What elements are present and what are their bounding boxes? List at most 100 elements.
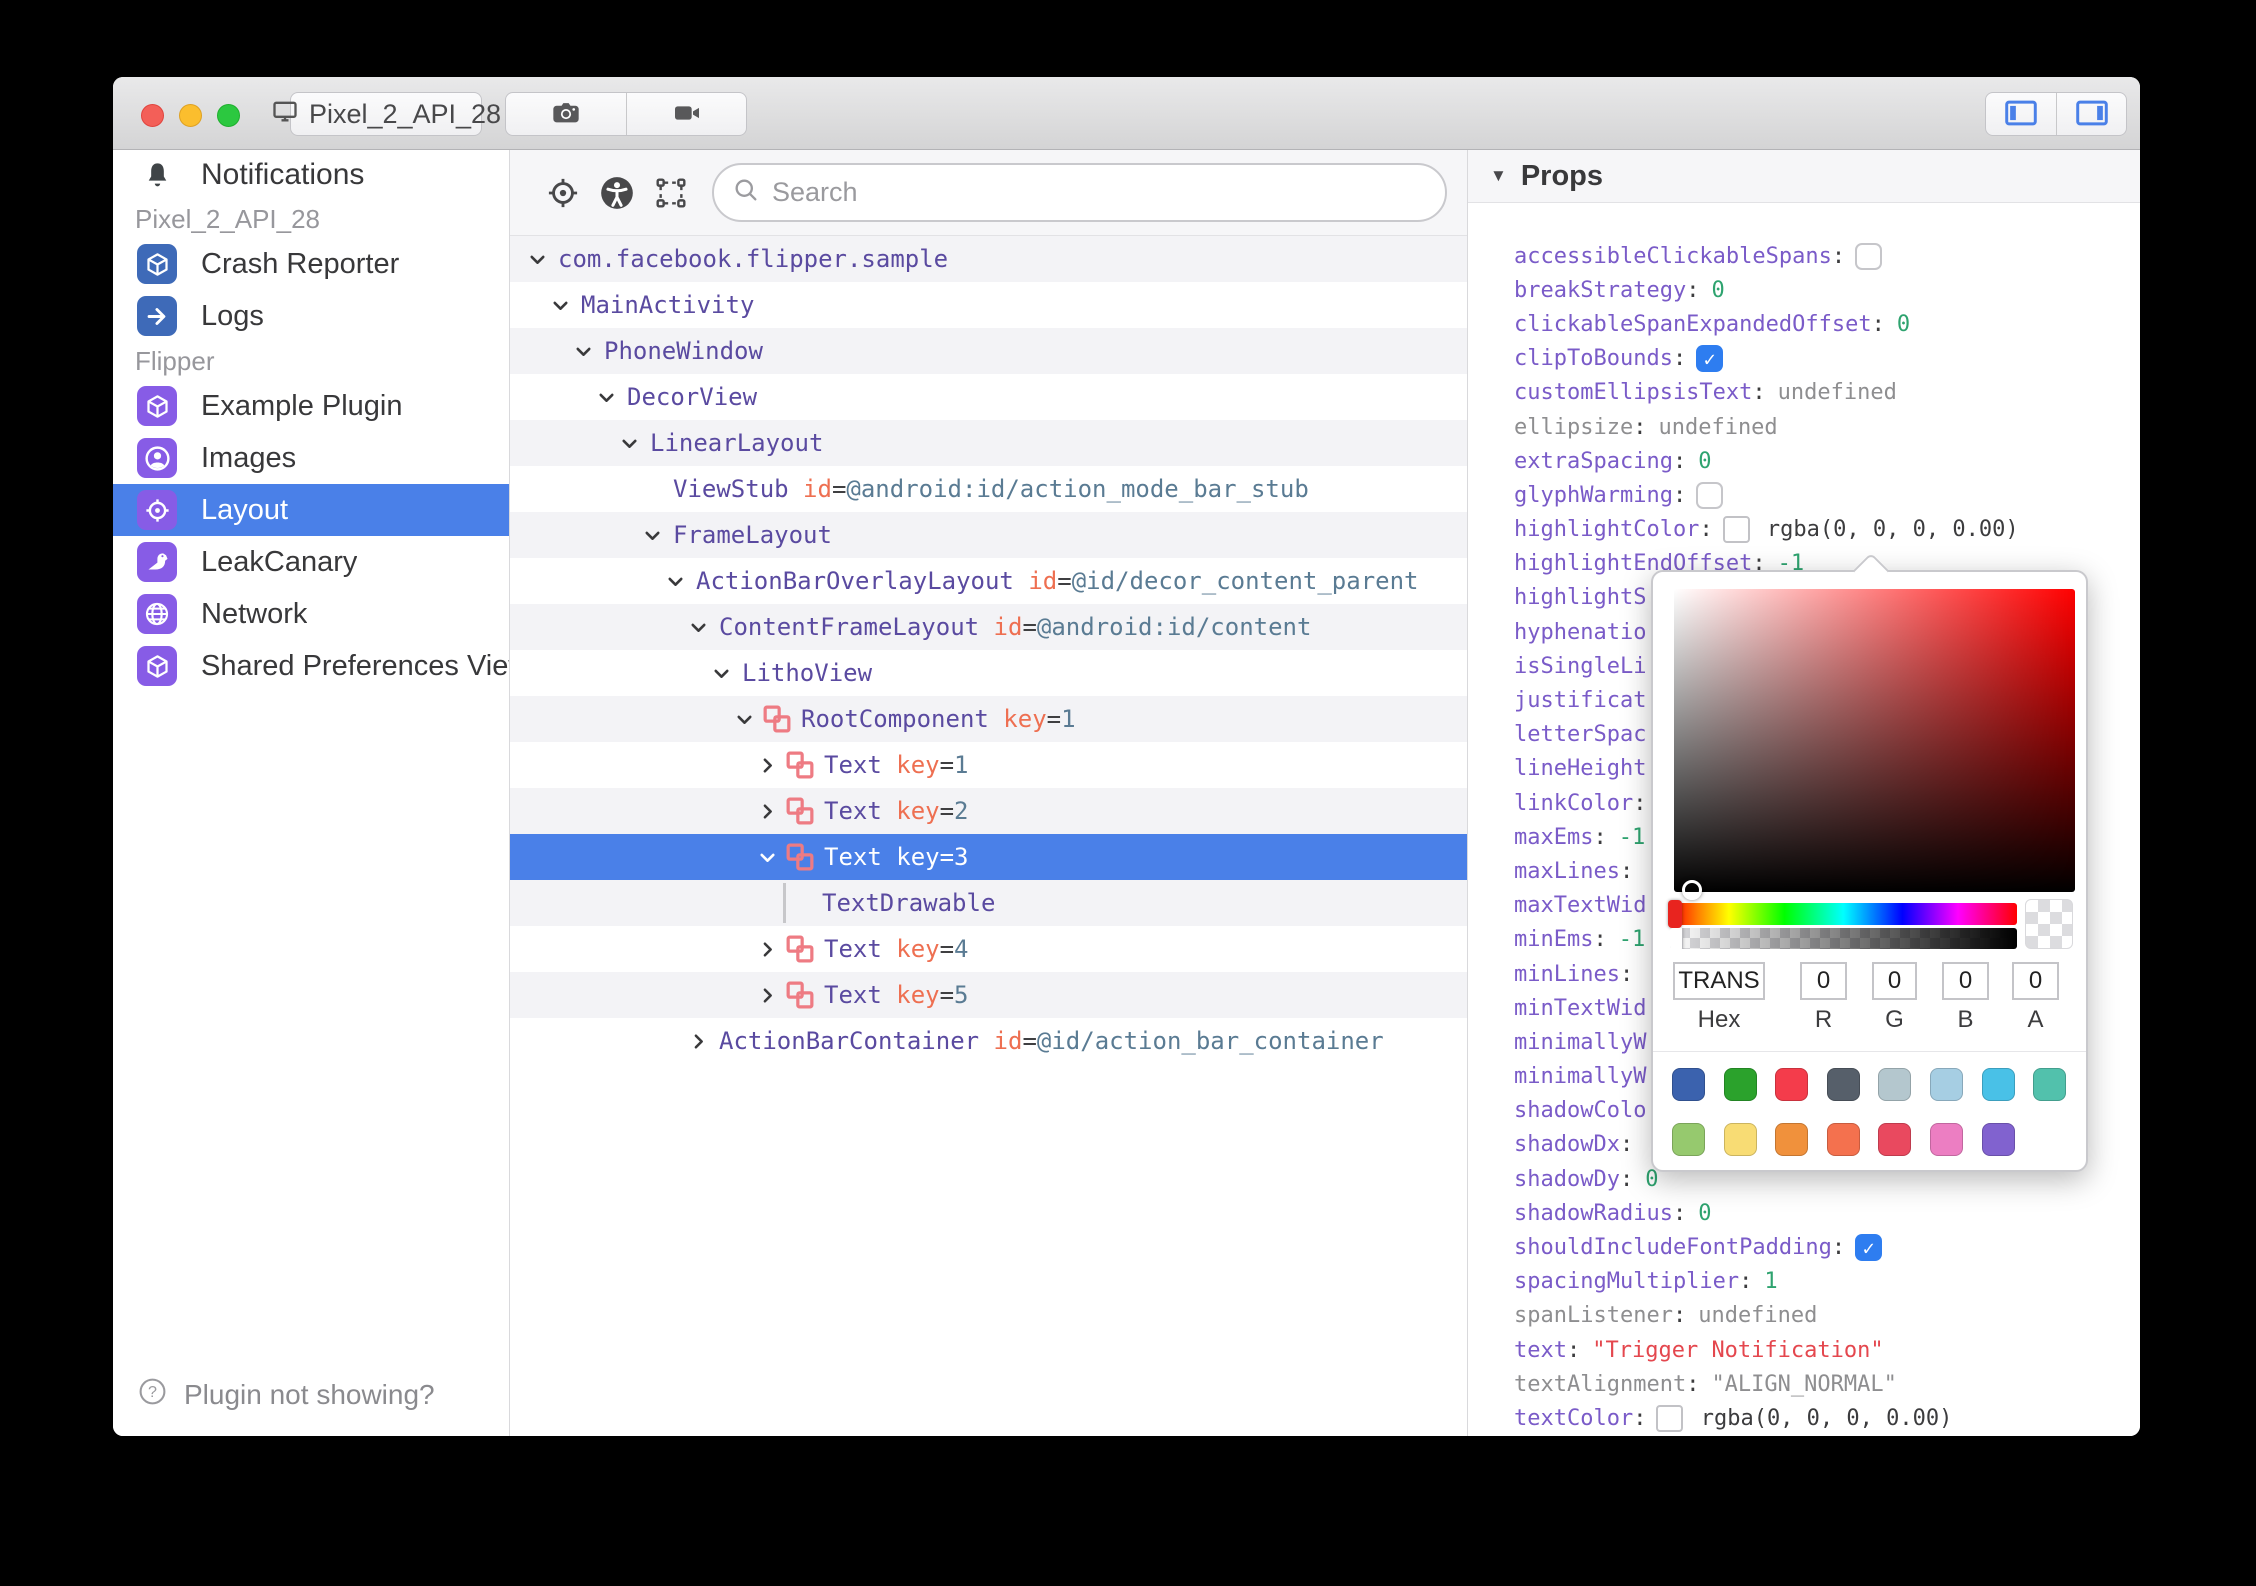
screen-record-button[interactable] [626, 93, 746, 135]
screenshot-button[interactable] [506, 93, 626, 135]
tree-row[interactable]: LinearLayout [510, 420, 1467, 466]
sidebar-item-label: LeakCanary [201, 545, 358, 578]
preset-color-swatch[interactable] [1672, 1068, 1705, 1101]
preset-color-swatch[interactable] [1826, 1123, 1860, 1156]
tree-row[interactable]: MainActivity [510, 282, 1467, 328]
search-input[interactable] [772, 177, 1392, 208]
checkbox-checked[interactable]: ✓ [1696, 345, 1724, 373]
toggle-left-panel-button[interactable] [1986, 93, 2056, 135]
preset-color-swatch[interactable] [1775, 1123, 1809, 1156]
tree-row[interactable]: Text key = 1 [510, 742, 1467, 788]
preset-color-swatch[interactable] [1930, 1068, 1963, 1101]
color-swatch[interactable] [1656, 1404, 1684, 1432]
hex-input[interactable] [1673, 962, 1765, 1000]
hue-handle[interactable] [1668, 900, 1682, 928]
preset-color-swatch[interactable] [1878, 1123, 1912, 1156]
sidebar-item-network[interactable]: Network [113, 588, 509, 640]
color-swatch[interactable] [1722, 516, 1750, 544]
prop-colon: : [1752, 380, 1766, 406]
chevron-right-icon[interactable] [754, 798, 780, 824]
chevron-down-icon[interactable] [754, 844, 780, 870]
prop-colon: : [1619, 961, 1634, 987]
tree-row[interactable]: Text key = 5 [510, 972, 1467, 1018]
minimize-button[interactable] [179, 104, 202, 127]
sidebar-item-logs[interactable]: Logs [113, 290, 509, 342]
device-selector-button[interactable]: Pixel_2_API_28 [273, 92, 501, 136]
chevron-right-icon[interactable] [754, 982, 780, 1008]
sidebar-item-images[interactable]: Images [113, 432, 509, 484]
tree-row[interactable]: Text key = 4 [510, 926, 1467, 972]
tree-row[interactable]: FrameLayout [510, 512, 1467, 558]
chevron-down-icon[interactable] [662, 568, 688, 594]
preset-color-swatch[interactable] [1723, 1068, 1757, 1101]
tree-row[interactable]: LithoView [510, 650, 1467, 696]
sidebar-item-leakcanary[interactable]: LeakCanary [113, 536, 509, 588]
alpha-slider[interactable] [1670, 928, 2017, 949]
preset-color-swatch[interactable] [1981, 1123, 2015, 1156]
target-crosshair-icon[interactable] [536, 166, 590, 220]
chevron-down-icon[interactable] [639, 522, 665, 548]
tree-row[interactable]: ActionBarContainer id = @id/action_bar_con… [510, 1018, 1467, 1064]
chevron-down-icon[interactable] [570, 338, 596, 364]
accessibility-icon[interactable] [590, 166, 644, 220]
tree-row[interactable]: com.facebook.flipper.sample [510, 236, 1467, 282]
tree-row[interactable]: ActionBarOverlayLayout id = @id/decor_cont… [510, 558, 1467, 604]
plugin-not-showing-link[interactable]: ? Plugin not showing? [137, 1376, 435, 1414]
sidebar-item-example-plugin[interactable]: Example Plugin [113, 380, 509, 432]
tree-row[interactable]: ViewStub id = @android:id/action_mode_bar_… [510, 466, 1467, 512]
chevron-down-icon[interactable] [593, 384, 619, 410]
saturation-gradient[interactable] [1674, 589, 2075, 900]
hue-slider[interactable] [1668, 900, 2017, 928]
tree-row[interactable]: RootComponent key = 1 [510, 696, 1467, 742]
chevron-down-icon[interactable] [547, 292, 573, 318]
preset-color-swatch[interactable] [1723, 1123, 1757, 1156]
blue-input[interactable] [1942, 962, 1989, 1000]
alpha-handle[interactable] [1670, 928, 1683, 949]
chevron-down-icon[interactable] [685, 614, 711, 640]
tree-row[interactable]: ContentFrameLayout id = @android:id/conten… [510, 604, 1467, 650]
tree-attr-equals: = [1022, 1027, 1037, 1055]
checkbox-checked[interactable]: ✓ [1855, 1234, 1883, 1262]
preset-color-swatch[interactable] [1826, 1068, 1860, 1101]
preset-color-swatch[interactable] [1775, 1068, 1809, 1101]
prop-key: ellipsize [1514, 414, 1634, 440]
tree-row[interactable]: DecorView [510, 374, 1467, 420]
zoom-button[interactable] [217, 104, 240, 127]
expand-selection-icon[interactable] [644, 166, 698, 220]
checkbox-unchecked[interactable] [1855, 242, 1883, 270]
chevron-down-icon[interactable] [524, 246, 550, 272]
green-input[interactable] [1872, 962, 1917, 1000]
sidebar-item-shared-preferences-viewe[interactable]: Shared Preferences Viewe [113, 640, 509, 692]
chevron-right-icon[interactable] [754, 752, 780, 778]
sidebar-item-notifications[interactable]: Notifications [113, 150, 509, 200]
tree-row[interactable]: Text key = 3 [510, 834, 1467, 880]
alpha-input[interactable] [2012, 962, 2059, 1000]
prop-key: shouldIncludeFontPadding [1514, 1235, 1832, 1261]
red-input[interactable] [1800, 962, 1847, 1000]
person-icon [137, 438, 177, 478]
preset-color-swatch[interactable] [1981, 1068, 2015, 1101]
saturation-handle[interactable] [1682, 880, 1702, 900]
tree-attr-equals: = [1057, 567, 1072, 595]
prop-row: accessibleClickableSpans: [1514, 239, 2140, 273]
sidebar-item-label: Logs [201, 299, 264, 332]
toggle-right-panel-button[interactable] [2056, 93, 2126, 135]
tree-row[interactable]: TextDrawable [510, 880, 1467, 926]
close-button[interactable] [141, 104, 164, 127]
chevron-right-icon[interactable] [754, 936, 780, 962]
tree-attr-key: id [788, 475, 832, 503]
sidebar-item-layout[interactable]: Layout [113, 484, 509, 536]
chevron-down-icon[interactable] [731, 706, 757, 732]
tree-row[interactable]: PhoneWindow [510, 328, 1467, 374]
preset-color-swatch[interactable] [1930, 1123, 1963, 1156]
chevron-right-icon[interactable] [685, 1028, 711, 1054]
chevron-down-icon[interactable] [708, 660, 734, 686]
chevron-down-icon[interactable] [616, 430, 642, 456]
props-header[interactable]: ▼ Props [1468, 150, 2140, 203]
preset-color-swatch[interactable] [1878, 1068, 1912, 1101]
checkbox-unchecked[interactable] [1696, 481, 1724, 509]
preset-color-swatch[interactable] [2033, 1068, 2067, 1101]
preset-color-swatch[interactable] [1672, 1123, 1705, 1156]
sidebar-item-crash-reporter[interactable]: Crash Reporter [113, 238, 509, 290]
tree-row[interactable]: Text key = 2 [510, 788, 1467, 834]
